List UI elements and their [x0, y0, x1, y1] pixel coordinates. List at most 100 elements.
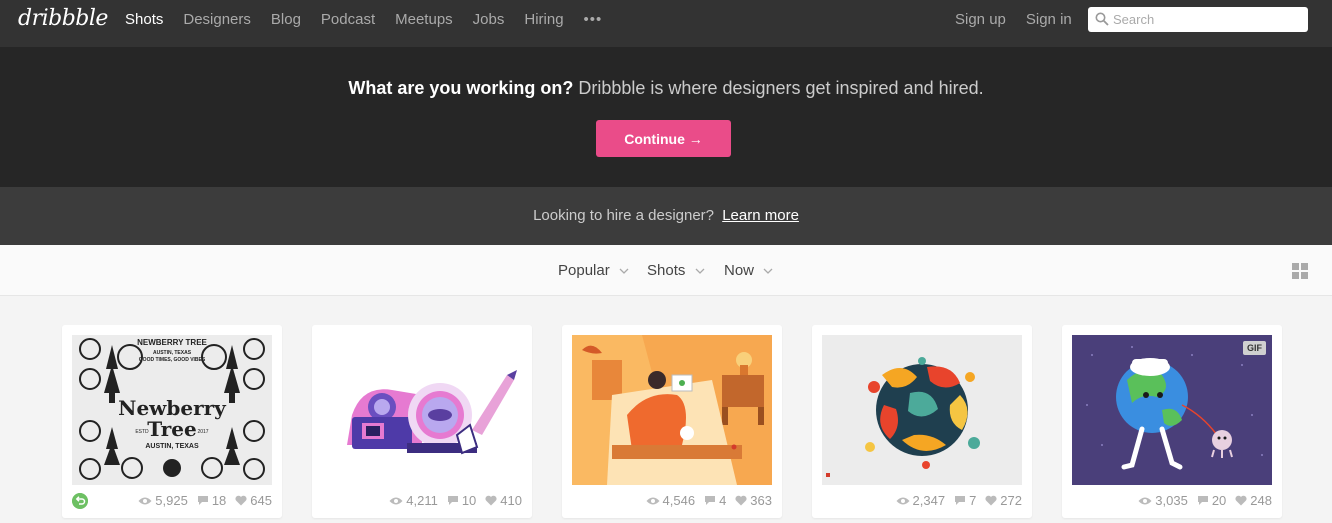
views-count: 5,925	[155, 493, 188, 508]
nav-shots[interactable]: Shots	[125, 11, 163, 28]
heart-icon	[235, 495, 247, 506]
shot-card[interactable]: 2,347 7 272	[812, 325, 1032, 518]
likes-count: 363	[750, 493, 772, 508]
search-input[interactable]	[1113, 9, 1303, 30]
artwork-text-3: GOOD TIMES, GOOD VIBES	[139, 357, 206, 363]
nav-blog[interactable]: Blog	[271, 11, 301, 28]
eye-icon	[646, 497, 660, 504]
astronaut-artwork	[322, 335, 522, 485]
nav-designers[interactable]: Designers	[183, 11, 251, 28]
artwork-title-2: Tree	[147, 417, 196, 441]
artwork-city: AUSTIN, TEXAS	[145, 443, 199, 450]
eye-icon	[138, 497, 152, 504]
chevron-down-icon	[763, 268, 773, 274]
heart-icon	[985, 495, 997, 506]
shot-stats: 3,035 20 248	[1129, 493, 1272, 508]
hero-banner: What are you working on? Dribbble is whe…	[0, 47, 1332, 187]
comment-icon	[447, 496, 458, 505]
gif-badge: GIF	[1243, 341, 1266, 355]
heart-icon	[485, 495, 497, 506]
views-count: 2,347	[912, 493, 946, 508]
comments-count: 10	[461, 493, 477, 508]
comments-count: 7	[969, 493, 977, 508]
eye-icon	[896, 497, 910, 504]
shot-card[interactable]: GIF 3,035 20 248	[1062, 325, 1282, 518]
sort-filter-label: Popular	[558, 262, 610, 279]
likes-stat[interactable]: 248	[1235, 493, 1272, 508]
type-filter[interactable]: Shots	[647, 262, 705, 279]
shot-thumbnail[interactable]	[322, 335, 522, 485]
continue-button[interactable]: Continue →	[596, 120, 731, 157]
nav-meetups[interactable]: Meetups	[395, 11, 453, 28]
rebound-icon[interactable]	[72, 493, 88, 509]
chevron-down-icon	[695, 268, 704, 274]
primary-nav: Shots Designers Blog Podcast Meetups Job…	[125, 0, 602, 38]
views-stat: 3,035	[1138, 493, 1188, 508]
shot-thumbnail[interactable]: NEWBERRY TREE AUSTIN, TEXAS GOOD TIMES, …	[72, 335, 272, 485]
likes-count: 410	[500, 493, 522, 508]
comments-count: 20	[1211, 493, 1227, 508]
search-box	[1088, 7, 1308, 32]
likes-stat[interactable]: 645	[235, 493, 272, 508]
shot-thumbnail[interactable]: GIF	[1072, 335, 1272, 485]
hire-text: Looking to hire a designer?	[533, 207, 715, 224]
grid-view-icon[interactable]	[1292, 263, 1308, 279]
views-stat: 2,347	[896, 493, 946, 508]
likes-count: 248	[1250, 493, 1272, 508]
shot-card[interactable]: NEWBERRY TREE AUSTIN, TEXAS GOOD TIMES, …	[62, 325, 282, 518]
heart-icon	[735, 495, 747, 506]
hero-text: What are you working on? Dribbble is whe…	[0, 78, 1332, 99]
comments-stat[interactable]: 4	[704, 493, 726, 508]
walking-earth-artwork	[1072, 335, 1272, 485]
learn-more-link[interactable]: Learn more	[722, 207, 799, 224]
views-stat: 4,546	[646, 493, 696, 508]
newberry-tree-artwork: NEWBERRY TREE AUSTIN, TEXAS GOOD TIMES, …	[72, 335, 272, 485]
likes-stat[interactable]: 410	[485, 493, 522, 508]
hero-question: What are you working on?	[348, 78, 574, 98]
shot-stats: 4,546 4 363	[637, 493, 772, 508]
nav-podcast[interactable]: Podcast	[321, 11, 375, 28]
comments-stat[interactable]: 10	[447, 493, 476, 508]
shot-card[interactable]: 4,546 4 363	[562, 325, 782, 518]
comment-icon	[955, 496, 966, 505]
sign-up-link[interactable]: Sign up	[955, 11, 1006, 28]
more-menu-icon[interactable]: •••	[584, 11, 603, 28]
likes-stat[interactable]: 272	[985, 493, 1022, 508]
comments-stat[interactable]: 20	[1197, 493, 1226, 508]
shot-card[interactable]: 4,211 10 410	[312, 325, 532, 518]
sign-in-link[interactable]: Sign in	[1026, 11, 1072, 28]
shot-stats: 4,211 10 410	[380, 493, 522, 508]
comment-icon	[705, 496, 716, 505]
likes-count: 645	[250, 493, 272, 508]
hero-tagline: Dribbble is where designers get inspired…	[573, 78, 984, 98]
heart-icon	[1235, 495, 1247, 506]
sort-filter[interactable]: Popular	[558, 262, 629, 279]
nav-hiring[interactable]: Hiring	[524, 11, 563, 28]
eye-icon	[1138, 497, 1152, 504]
likes-stat[interactable]: 363	[735, 493, 772, 508]
views-count: 4,546	[662, 493, 696, 508]
shot-thumbnail[interactable]	[572, 335, 772, 485]
views-stat: 5,925	[138, 493, 188, 508]
views-count: 4,211	[406, 493, 438, 508]
eye-icon	[389, 497, 403, 504]
hire-banner: Looking to hire a designer? Learn more	[0, 187, 1332, 245]
comment-icon	[197, 496, 208, 505]
shot-stats: 5,925 18 645	[129, 493, 272, 508]
comments-count: 18	[211, 493, 227, 508]
time-filter[interactable]: Now	[724, 262, 773, 279]
filter-bar: Popular Shots Now	[0, 245, 1332, 296]
comments-stat[interactable]: 7	[954, 493, 976, 508]
dribbble-logo[interactable]: dribbble	[18, 6, 108, 31]
nav-jobs[interactable]: Jobs	[473, 11, 505, 28]
chevron-down-icon	[619, 268, 629, 274]
comments-stat[interactable]: 18	[197, 493, 226, 508]
type-filter-label: Shots	[647, 262, 686, 279]
comments-count: 4	[719, 493, 727, 508]
top-nav: dribbble Shots Designers Blog Podcast Me…	[0, 0, 1332, 47]
shot-stats: 2,347 7 272	[887, 493, 1022, 508]
time-filter-label: Now	[724, 262, 755, 279]
search-icon	[1095, 12, 1109, 26]
shot-thumbnail[interactable]	[822, 335, 1022, 485]
account-nav: Sign up Sign in	[955, 0, 1092, 38]
